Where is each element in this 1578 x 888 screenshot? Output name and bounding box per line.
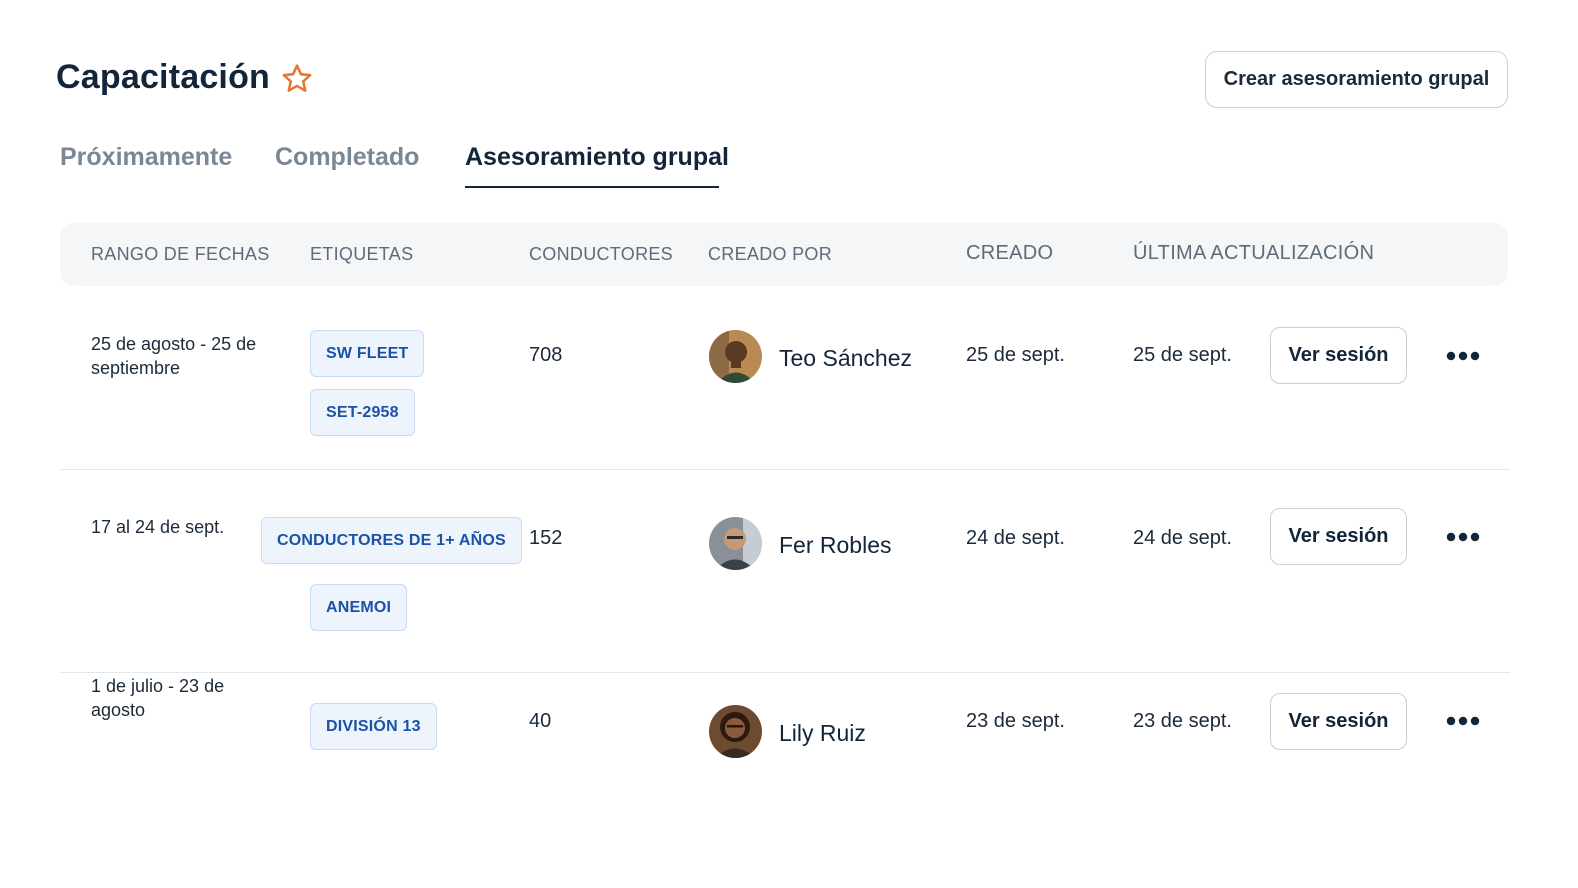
active-tab-indicator <box>465 186 719 188</box>
date-range-cell: 25 de agosto - 25 de septiembre <box>91 334 257 378</box>
column-header-created-by[interactable]: CREADO POR <box>708 244 832 265</box>
avatar <box>709 705 762 758</box>
more-options-icon[interactable] <box>1446 716 1480 726</box>
date-range-cell: 17 al 24 de sept. <box>91 517 225 537</box>
view-session-button[interactable]: Ver sesión <box>1270 693 1407 750</box>
tag-badge[interactable]: SET-2958 <box>310 389 415 436</box>
tab-group-coaching[interactable]: Asesoramiento grupal <box>465 143 729 172</box>
row-divider <box>60 469 1510 470</box>
column-header-last-updated[interactable]: ÚLTIMA ACTUALIZACIÓN <box>1133 242 1374 265</box>
avatar <box>709 517 762 570</box>
creator-name: Teo Sánchez <box>779 345 912 371</box>
last-updated-date: 25 de sept. <box>1133 344 1232 366</box>
tab-upcoming[interactable]: Próximamente <box>60 143 232 172</box>
created-date: 24 de sept. <box>966 527 1065 549</box>
view-session-button[interactable]: Ver sesión <box>1270 327 1407 384</box>
creator-name: Lily Ruiz <box>779 720 866 746</box>
star-icon[interactable] <box>280 62 314 96</box>
more-options-icon[interactable] <box>1446 351 1480 361</box>
tag-badge[interactable]: DIVISIÓN 13 <box>310 703 437 750</box>
created-date: 23 de sept. <box>966 710 1065 732</box>
tag-badge[interactable]: ANEMOI <box>310 584 408 631</box>
view-session-button[interactable]: Ver sesión <box>1270 508 1407 565</box>
avatar <box>709 330 762 383</box>
column-header-date-range[interactable]: RANGO DE FECHAS <box>91 244 270 265</box>
column-header-tags[interactable]: ETIQUETAS <box>310 244 413 265</box>
drivers-count: 708 <box>529 344 563 366</box>
column-header-drivers[interactable]: CONDUCTORES <box>529 244 673 265</box>
tab-completed[interactable]: Completado <box>275 143 419 172</box>
last-updated-date: 24 de sept. <box>1133 527 1232 549</box>
tag-badge[interactable]: CONDUCTORES DE 1+ AÑOS <box>261 517 522 564</box>
tag-badge[interactable]: SW FLEET <box>310 330 425 377</box>
create-group-coaching-button[interactable]: Crear asesoramiento grupal <box>1205 51 1508 108</box>
row-divider <box>60 672 1510 673</box>
date-range-cell: 1 de julio - 23 de agosto <box>91 676 225 720</box>
drivers-count: 152 <box>529 527 563 549</box>
created-date: 25 de sept. <box>966 344 1065 366</box>
page-title: Capacitación <box>56 58 271 96</box>
creator-name: Fer Robles <box>779 532 892 558</box>
last-updated-date: 23 de sept. <box>1133 710 1232 732</box>
column-header-created[interactable]: CREADO <box>966 242 1053 265</box>
drivers-count: 40 <box>529 710 552 732</box>
more-options-icon[interactable] <box>1446 532 1480 542</box>
